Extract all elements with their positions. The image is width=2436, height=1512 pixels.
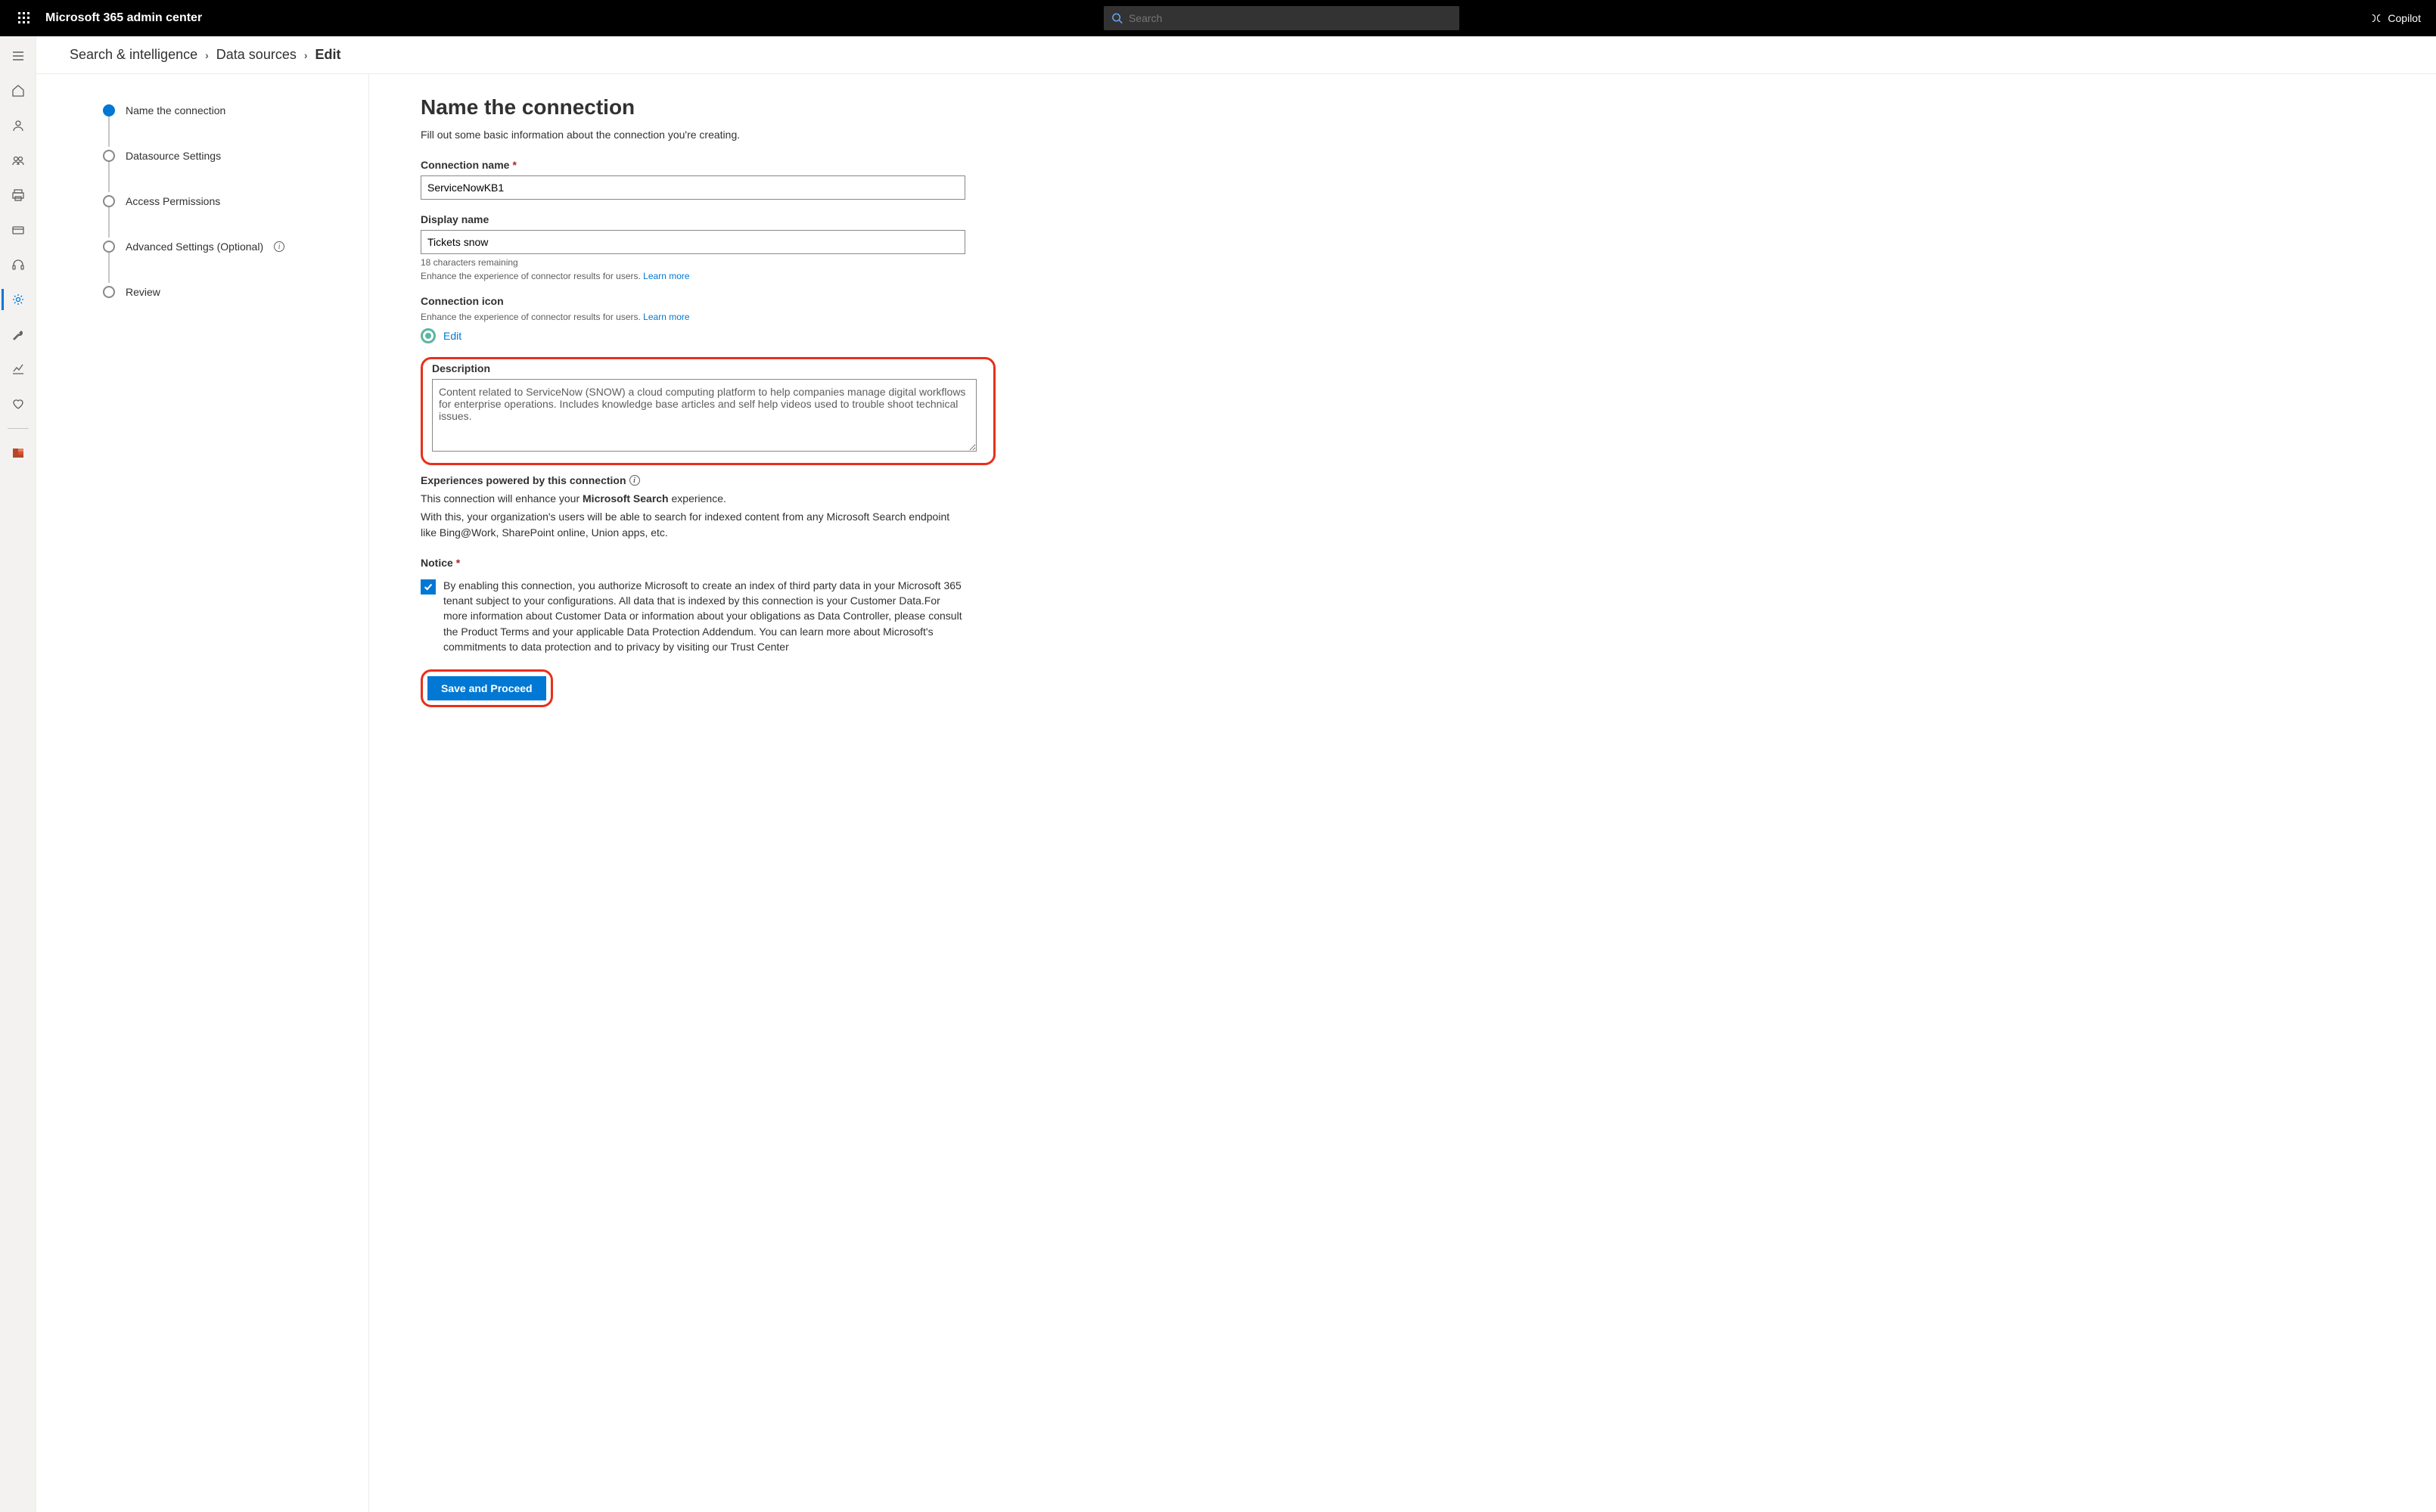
notice-label: Notice* xyxy=(421,557,965,569)
gear-icon xyxy=(11,293,25,306)
page-title: Name the connection xyxy=(421,95,2385,120)
people-icon xyxy=(11,154,25,167)
connection-name-input[interactable] xyxy=(421,175,965,200)
search-box[interactable] xyxy=(1104,6,1459,30)
learn-more-link[interactable]: Learn more xyxy=(643,271,689,281)
experiences-line1: This connection will enhance your Micros… xyxy=(421,491,965,506)
breadcrumb-root[interactable]: Search & intelligence xyxy=(70,47,197,63)
nav-settings[interactable] xyxy=(2,283,35,316)
connection-icon-hint: Enhance the experience of connector resu… xyxy=(421,312,965,322)
display-name-hint: Enhance the experience of connector resu… xyxy=(421,271,965,281)
info-icon[interactable]: i xyxy=(274,241,284,252)
breadcrumb-section[interactable]: Data sources xyxy=(216,47,297,63)
step-dot-icon xyxy=(103,104,115,116)
top-bar: Microsoft 365 admin center Copilot xyxy=(0,0,2436,36)
hamburger-icon xyxy=(11,49,25,63)
nav-users[interactable] xyxy=(2,109,35,142)
step-dot-icon xyxy=(103,286,115,298)
chevron-right-icon: › xyxy=(304,49,308,61)
headset-icon xyxy=(11,258,25,272)
nav-reports[interactable] xyxy=(2,352,35,386)
experiences-line2: With this, your organization's users wil… xyxy=(421,509,965,540)
step-datasource-settings[interactable]: Datasource Settings xyxy=(103,147,350,165)
nav-rail xyxy=(0,36,36,1512)
notice-checkbox[interactable] xyxy=(421,579,436,595)
step-nav: Name the connection Datasource Settings … xyxy=(36,74,369,1512)
connection-name-label: Connection name* xyxy=(421,159,965,171)
nav-separator xyxy=(8,428,29,429)
connection-icon-preview xyxy=(421,328,436,343)
step-dot-icon xyxy=(103,150,115,162)
save-button-highlight: Save and Proceed xyxy=(421,669,553,707)
display-name-label: Display name xyxy=(421,213,965,225)
print-icon xyxy=(11,188,25,202)
wrench-icon xyxy=(11,328,25,341)
form-panel: Name the connection Fill out some basic … xyxy=(369,74,2436,1512)
page-subtitle: Fill out some basic information about th… xyxy=(421,129,2385,141)
info-icon[interactable]: i xyxy=(629,475,640,486)
nav-setup[interactable] xyxy=(2,318,35,351)
heart-icon xyxy=(11,397,25,411)
chars-remaining: 18 characters remaining xyxy=(421,257,965,268)
card-icon xyxy=(11,223,25,237)
search-input[interactable] xyxy=(1129,12,1452,24)
step-name-connection[interactable]: Name the connection xyxy=(103,101,350,120)
connection-icon-label: Connection icon xyxy=(421,295,965,307)
nav-support[interactable] xyxy=(2,248,35,281)
description-textarea[interactable] xyxy=(432,379,977,452)
person-icon xyxy=(11,119,25,132)
nav-health[interactable] xyxy=(2,387,35,421)
step-advanced-settings[interactable]: Advanced Settings (Optional) i xyxy=(103,238,350,256)
home-icon xyxy=(11,84,25,98)
app-title: Microsoft 365 admin center xyxy=(45,11,202,25)
nav-billing[interactable] xyxy=(2,179,35,212)
description-label: Description xyxy=(432,362,977,374)
chart-icon xyxy=(11,362,25,376)
nav-home[interactable] xyxy=(2,74,35,107)
copilot-icon xyxy=(2369,11,2383,25)
chevron-right-icon: › xyxy=(205,49,209,61)
display-name-input[interactable] xyxy=(421,230,965,254)
edit-icon-link[interactable]: Edit xyxy=(443,330,461,342)
nav-groups[interactable] xyxy=(2,144,35,177)
app-launcher-icon[interactable] xyxy=(6,0,42,36)
check-icon xyxy=(423,582,433,592)
experiences-label: Experiences powered by this connection i xyxy=(421,474,965,486)
description-highlight: Description xyxy=(421,357,996,465)
notice-text: By enabling this connection, you authori… xyxy=(443,578,965,654)
nav-card[interactable] xyxy=(2,213,35,247)
step-review[interactable]: Review xyxy=(103,283,350,301)
nav-menu-toggle[interactable] xyxy=(2,39,35,73)
step-dot-icon xyxy=(103,241,115,253)
app-icon xyxy=(11,446,25,460)
breadcrumb-current: Edit xyxy=(315,47,341,63)
search-icon xyxy=(1111,12,1123,24)
breadcrumb: Search & intelligence › Data sources › E… xyxy=(36,36,2436,74)
copilot-button[interactable]: Copilot xyxy=(2360,0,2430,36)
step-access-permissions[interactable]: Access Permissions xyxy=(103,192,350,210)
save-and-proceed-button[interactable]: Save and Proceed xyxy=(427,676,546,700)
learn-more-link[interactable]: Learn more xyxy=(643,312,689,322)
step-dot-icon xyxy=(103,195,115,207)
nav-app-shortcut[interactable] xyxy=(2,436,35,470)
